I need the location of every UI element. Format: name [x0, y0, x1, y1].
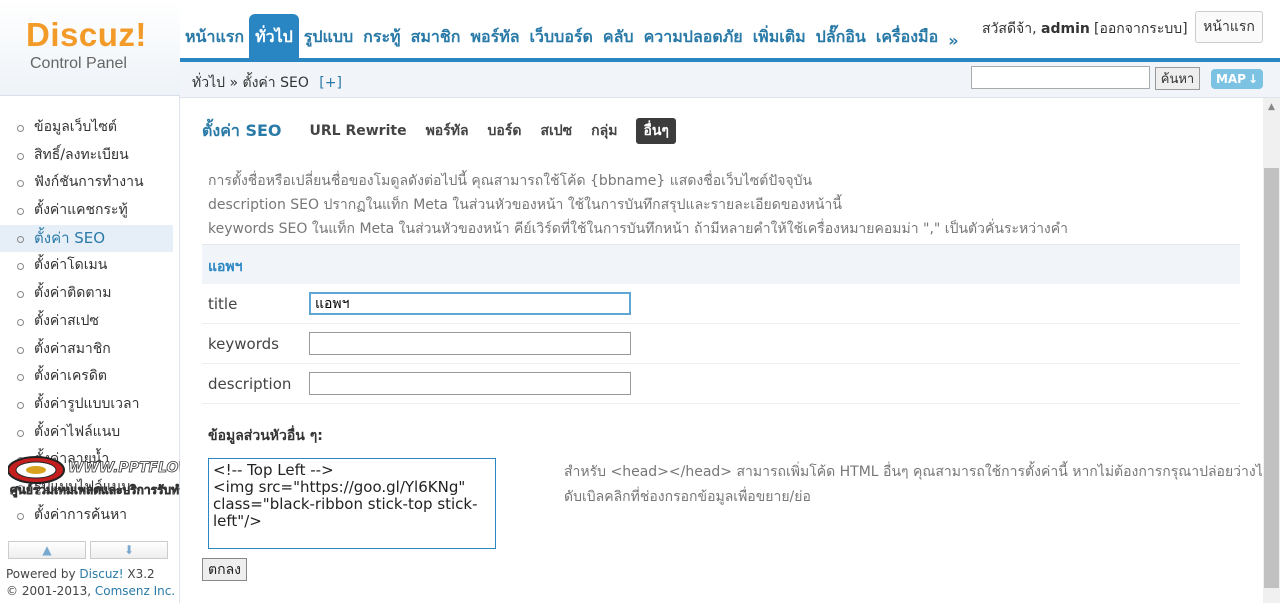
- sidebar-item[interactable]: ข้อมูลเว็บไซต์: [0, 114, 179, 142]
- keywords-label: keywords: [208, 335, 279, 353]
- username: admin: [1041, 21, 1090, 37]
- breadcrumb: ทั่วไป » ตั้งค่า SEO [+]: [192, 72, 342, 94]
- description-input[interactable]: [309, 372, 631, 395]
- extra-head-hint: สำหรับ <head></head> สามารถเพิ่มโค้ด HTM…: [564, 464, 1271, 480]
- title-input[interactable]: [309, 292, 631, 315]
- nav-item[interactable]: รูปแบบ: [299, 14, 358, 62]
- discuz-link[interactable]: Discuz!: [79, 567, 123, 581]
- version: X3.2: [127, 567, 155, 581]
- scroll-up-button[interactable]: ▲: [8, 541, 86, 559]
- nav-item[interactable]: »: [943, 14, 963, 62]
- nav-item[interactable]: เพิ่มเติม: [748, 14, 811, 62]
- sidebar-item[interactable]: ตั้งค่าเครดิต: [0, 363, 179, 391]
- nav-item[interactable]: คลับ: [598, 14, 639, 62]
- description-label: description: [208, 375, 292, 393]
- nav-item[interactable]: สมาชิก: [406, 14, 466, 62]
- sidebar-item[interactable]: ตั้งค่ารูปแบบเวลา: [0, 391, 179, 419]
- extra-head-label: ข้อมูลส่วนหัวอื่น ๆ:: [208, 428, 323, 444]
- extra-head-textarea[interactable]: <!-- Top Left --> <img src="https://goo.…: [208, 458, 496, 549]
- hint-line: การตั้งชื่อหรือเปลี่ยนชื่อของโมดูลดังต่อ…: [208, 173, 813, 189]
- search-input[interactable]: [971, 66, 1150, 89]
- sidebar-item[interactable]: ตั้งค่าการค้นหา: [0, 502, 179, 530]
- powered-by: Powered by Discuz! X3.2: [6, 567, 155, 581]
- sidebar-item[interactable]: ตั้งค่าลายน้ำ: [0, 446, 179, 474]
- nav-item[interactable]: กระทู้: [358, 14, 405, 62]
- admin-page: Discuz! Control Panel หน้าแรก ทั่วไป รูปแบ…: [0, 0, 1280, 603]
- copyright-prefix: © 2001-2013,: [6, 584, 92, 598]
- arrow-down-icon: ⬇: [123, 543, 135, 557]
- comsenz-link[interactable]: Comsenz Inc.: [95, 584, 175, 598]
- main-content: ตั้งค่า SEO URL Rewrite พอร์ทัล บอร์ด สเปซก…: [180, 98, 1271, 603]
- nav-item[interactable]: ความปลอดภัย: [639, 14, 748, 62]
- keywords-row: keywords: [202, 324, 1240, 364]
- sidebar-item[interactable]: ตั้งค่าแคชกระทู้: [0, 197, 179, 225]
- greeting-text: สวัสดีจ้า,: [982, 21, 1037, 37]
- map-label: MAP: [1215, 72, 1246, 86]
- sidebar-item[interactable]: ฟังก์ชันการทำงาน: [0, 169, 179, 197]
- top-navigation: หน้าแรก ทั่วไป รูปแบบ กระทู้ สมาชิก พอร์ทัล เว…: [180, 14, 964, 62]
- tab-item[interactable]: อื่นๆ: [636, 118, 676, 144]
- title-row: title: [202, 284, 1240, 324]
- tab-item[interactable]: บอร์ด: [488, 120, 522, 142]
- seo-tabs: ตั้งค่า SEO URL Rewrite พอร์ทัล บอร์ด สเปซ ก…: [202, 118, 695, 144]
- tab-item[interactable]: URL Rewrite: [310, 123, 407, 139]
- sidebar-item[interactable]: ตั้งค่าสมาชิก: [0, 336, 179, 364]
- sidebar-item[interactable]: ตั้งค่าสเปซ: [0, 308, 179, 336]
- title-label: title: [208, 295, 238, 313]
- sidebar: ข้อมูลเว็บไซต์ สิทธิ์/ลงทะเบียน ฟังก์ชันกา…: [0, 96, 180, 603]
- arrow-up-icon: ▲: [42, 543, 52, 557]
- hint-line: keywords SEO ในแท็ก Meta ในส่วนหัวของหน้…: [208, 221, 1068, 237]
- sidebar-item[interactable]: ตั้งค่า SEO: [0, 224, 173, 253]
- scroll-thumb[interactable]: [1264, 168, 1279, 588]
- logo-title: Discuz!: [26, 16, 147, 53]
- nav-item[interactable]: พอร์ทัล: [465, 14, 524, 62]
- nav-item[interactable]: เว็บบอร์ด: [525, 14, 598, 62]
- nav-item[interactable]: เครื่องมือ: [871, 14, 943, 62]
- breadcrumb-text: ทั่วไป » ตั้งค่า SEO: [192, 75, 309, 91]
- section-header: แอพฯ: [202, 244, 1240, 284]
- sidebar-item[interactable]: ตั้งค่าติดตาม: [0, 280, 179, 308]
- nav-item[interactable]: ปลั๊กอิน: [811, 14, 871, 62]
- user-greeting: สวัสดีจ้า, admin: [982, 18, 1090, 40]
- section-title: แอพฯ: [208, 259, 243, 275]
- powered-prefix: Powered by: [6, 567, 76, 581]
- add-shortcut-link[interactable]: [+]: [319, 75, 342, 91]
- arrow-down-icon: ↓: [1247, 72, 1259, 86]
- copyright: © 2001-2013, Comsenz Inc.: [6, 584, 175, 598]
- tab-item[interactable]: พอร์ทัล: [426, 120, 469, 142]
- sub-header: ทั่วไป » ตั้งค่า SEO [+] ค้นหา MAP ↓: [180, 62, 1280, 98]
- home-button[interactable]: หน้าแรก: [1195, 11, 1263, 43]
- keywords-input[interactable]: [309, 332, 631, 355]
- submit-button[interactable]: ตกลง: [202, 558, 247, 581]
- tab-item[interactable]: สเปซ: [540, 120, 572, 142]
- sidebar-menu: ข้อมูลเว็บไซต์ สิทธิ์/ลงทะเบียน ฟังก์ชันกา…: [0, 96, 179, 529]
- sidebar-item[interactable]: สิทธิ์/ลงทะเบียน: [0, 142, 179, 170]
- hint-line: description SEO ปรากฏในแท็ก Meta ในส่วนห…: [208, 197, 842, 213]
- sidebar-item[interactable]: ตั้งค่าไฟล์แนบ: [0, 419, 179, 447]
- map-button[interactable]: MAP ↓: [1211, 69, 1263, 89]
- sidebar-item[interactable]: รูปแบบไฟล์แนบ: [0, 474, 179, 502]
- tab-title: ตั้งค่า SEO: [202, 120, 282, 140]
- search-button[interactable]: ค้นหา: [1155, 67, 1200, 90]
- description-row: description: [202, 364, 1240, 404]
- logo[interactable]: Discuz! Control Panel: [0, 0, 180, 96]
- page-scrollbar[interactable]: ▲: [1263, 98, 1280, 603]
- logout-link[interactable]: [ออกจากระบบ]: [1094, 18, 1188, 40]
- nav-item[interactable]: ทั่วไป: [249, 14, 299, 62]
- nav-item[interactable]: หน้าแรก: [180, 14, 249, 62]
- tab-item[interactable]: กลุ่ม: [591, 120, 617, 142]
- extra-head-hint-expand: ดับเบิลคลิกที่ช่องกรอกข้อมูลเพื่อขยาย/ย่…: [564, 489, 811, 505]
- sidebar-scroll-controls: ▲ ⬇: [8, 541, 168, 559]
- scroll-up-arrow-icon[interactable]: ▲: [1263, 98, 1280, 115]
- logo-subtitle: Control Panel: [30, 55, 127, 72]
- sidebar-item[interactable]: ตั้งค่าโดเมน: [0, 252, 179, 280]
- scroll-down-button[interactable]: ⬇: [90, 541, 168, 559]
